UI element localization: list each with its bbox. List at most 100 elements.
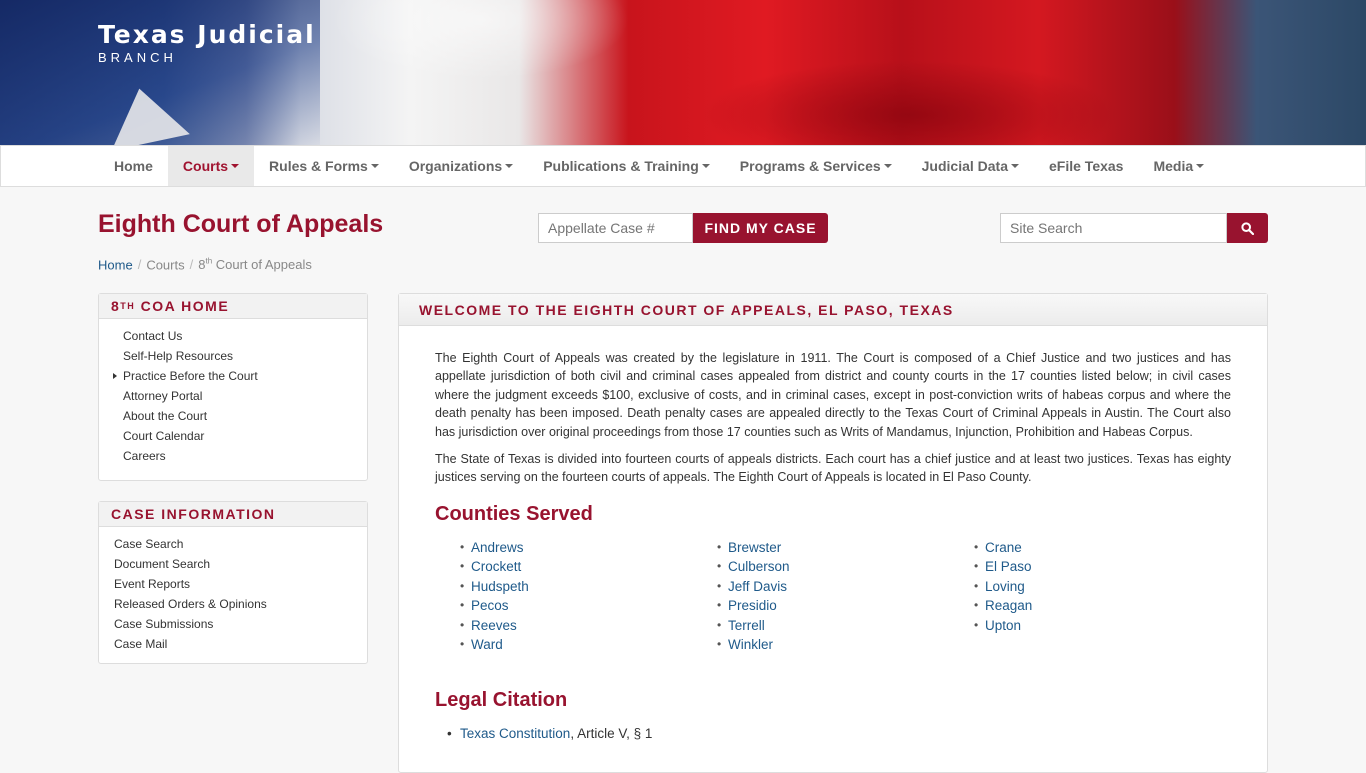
sidebar-item-label: Attorney Portal [123, 389, 203, 403]
sidebar-item-label: About the Court [123, 409, 208, 423]
sidebar-item-careers[interactable]: Careers [123, 446, 367, 466]
sidebar-item-court-calendar[interactable]: Court Calendar [123, 426, 367, 446]
nav-item-organizations[interactable]: Organizations [394, 146, 528, 186]
main-content-panel: WELCOME TO THE EIGHTH COURT OF APPEALS, … [398, 293, 1268, 773]
sidebar-item-self-help-resources[interactable]: Self-Help Resources [123, 346, 367, 366]
nav-item-media[interactable]: Media [1138, 146, 1219, 186]
county-link-pecos[interactable]: Pecos [460, 598, 717, 618]
sidebar-item-event-reports[interactable]: Event Reports [114, 574, 367, 594]
legal-citation-heading: Legal Citation [435, 688, 568, 711]
county-link-terrell[interactable]: Terrell [717, 618, 974, 638]
county-link-culberson[interactable]: Culberson [717, 559, 974, 579]
case-information-heading: CASE INFORMATION [99, 502, 367, 527]
case-information-list: Case Search Document Search Event Reports R… [99, 527, 367, 660]
sidebar-item-practice-before-the-court[interactable]: Practice Before the Court [113, 366, 367, 386]
coa-heading-sup: TH [120, 301, 136, 311]
nav-item-label: Publications & Training [543, 158, 699, 174]
breadcrumb-separator: / [137, 257, 142, 273]
search-icon [1241, 221, 1254, 235]
districts-paragraph: The State of Texas is divided into fourt… [435, 452, 1231, 485]
nav-item-courts[interactable]: Courts [167, 146, 255, 186]
sidebar-item-label: Careers [123, 449, 166, 463]
caret-down-icon [1011, 164, 1020, 168]
county-link-loving[interactable]: Loving [974, 579, 1231, 599]
county-link-reeves[interactable]: Reeves [460, 618, 717, 638]
sidebar-item-label: Court Calendar [123, 429, 205, 443]
counties-list: AndrewsCrockettHudspethPecosReevesWardBr… [435, 540, 1231, 657]
county-link-upton[interactable]: Upton [974, 618, 1231, 638]
county-link-crockett[interactable]: Crockett [460, 559, 717, 579]
nav-item-label: Home [114, 158, 153, 174]
site-search-input[interactable] [1000, 213, 1227, 243]
legal-citation-list: Texas Constitution, Article V, § 1 [435, 726, 1231, 741]
sidebar-item-label: Self-Help Resources [123, 349, 234, 363]
coa-heading-rest: COA HOME [135, 298, 230, 314]
county-link-presidio[interactable]: Presidio [717, 598, 974, 618]
nav-item-efile-texas[interactable]: eFile Texas [1034, 146, 1138, 186]
caret-down-icon [231, 164, 240, 168]
caret-right-icon [113, 373, 117, 379]
site-search-button[interactable] [1227, 213, 1268, 243]
county-link-ward[interactable]: Ward [460, 637, 717, 657]
sidebar-item-released-orders-opinions[interactable]: Released Orders & Opinions [114, 594, 367, 614]
case-search: FIND MY CASE [538, 213, 828, 243]
welcome-heading: WELCOME TO THE EIGHTH COURT OF APPEALS, … [399, 294, 1267, 326]
case-number-input[interactable] [538, 213, 693, 243]
sidebar-item-label: Case Mail [114, 637, 168, 651]
case-information-panel: CASE INFORMATION Case Search Document Sea… [98, 501, 368, 664]
county-link-el-paso[interactable]: El Paso [974, 559, 1231, 579]
main-nav: Home Courts Rules & Forms Organizations Publ… [0, 145, 1366, 187]
nav-item-label: Programs & Services [739, 158, 881, 174]
site-logo[interactable]: Texas Judicial BRANCH [98, 20, 316, 65]
nav-item-publications-training[interactable]: Publications & Training [528, 146, 725, 186]
texas-constitution-link[interactable]: Texas Constitution [460, 726, 570, 741]
nav-item-label: Organizations [408, 158, 503, 174]
caret-down-icon [883, 164, 892, 168]
sidebar-item-case-submissions[interactable]: Case Submissions [114, 614, 367, 634]
sidebar-item-case-search[interactable]: Case Search [114, 534, 367, 554]
site-subtitle: BRANCH [98, 50, 177, 65]
breadcrumb-current-rest: Court of Appeals [212, 257, 312, 273]
coa-heading-num: 8 [111, 298, 121, 314]
nav-item-label: Media [1153, 158, 1194, 174]
site-search [1000, 213, 1268, 243]
caret-down-icon [370, 164, 379, 168]
counties-column: CraneEl PasoLovingReaganUpton [974, 540, 1231, 657]
nav-item-judicial-data[interactable]: Judicial Data [907, 146, 1034, 186]
county-link-brewster[interactable]: Brewster [717, 540, 974, 560]
county-link-crane[interactable]: Crane [974, 540, 1231, 560]
page-title: Eighth Court of Appeals [98, 210, 384, 238]
county-link-andrews[interactable]: Andrews [460, 540, 717, 560]
find-my-case-button[interactable]: FIND MY CASE [693, 213, 828, 243]
nav-item-label: Judicial Data [921, 158, 1009, 174]
county-link-hudspeth[interactable]: Hudspeth [460, 579, 717, 599]
breadcrumb-courts[interactable]: Courts [146, 257, 184, 272]
coa-home-panel: 8 TH COA HOME Contact Us Self-Help Resourc… [98, 293, 368, 481]
sidebar-item-label: Case Submissions [114, 617, 214, 631]
caret-down-icon [701, 164, 710, 168]
nav-item-label: Rules & Forms [269, 158, 368, 174]
counties-column: AndrewsCrockettHudspethPecosReevesWard [460, 540, 717, 657]
nav-item-label: eFile Texas [1049, 158, 1124, 174]
sidebar-item-label: Case Search [114, 537, 184, 551]
coa-home-heading[interactable]: 8 TH COA HOME [99, 294, 367, 319]
sidebar-item-attorney-portal[interactable]: Attorney Portal [123, 386, 367, 406]
county-link-jeff-davis[interactable]: Jeff Davis [717, 579, 974, 599]
county-link-winkler[interactable]: Winkler [717, 637, 974, 657]
sidebar-item-label: Document Search [114, 557, 211, 571]
legal-citation-rest: , Article V, § 1 [570, 725, 653, 741]
sidebar-item-case-mail[interactable]: Case Mail [114, 634, 367, 654]
nav-item-programs-services[interactable]: Programs & Services [725, 146, 907, 186]
flag-red-shadow [700, 60, 1120, 145]
sidebar-item-about-the-court[interactable]: About the Court [123, 406, 367, 426]
nav-item-label: Courts [182, 158, 229, 174]
nav-item-rules-forms[interactable]: Rules & Forms [254, 146, 394, 186]
breadcrumb-home[interactable]: Home [98, 257, 133, 272]
sidebar-item-contact-us[interactable]: Contact Us [123, 326, 367, 346]
sidebar-item-label: Practice Before the Court [123, 369, 258, 383]
county-link-reagan[interactable]: Reagan [974, 598, 1231, 618]
breadcrumb-current: 8th Court of Appeals [198, 257, 312, 272]
nav-item-home[interactable]: Home [99, 146, 168, 186]
sidebar-item-document-search[interactable]: Document Search [114, 554, 367, 574]
sidebar-item-label: Released Orders & Opinions [114, 597, 267, 611]
